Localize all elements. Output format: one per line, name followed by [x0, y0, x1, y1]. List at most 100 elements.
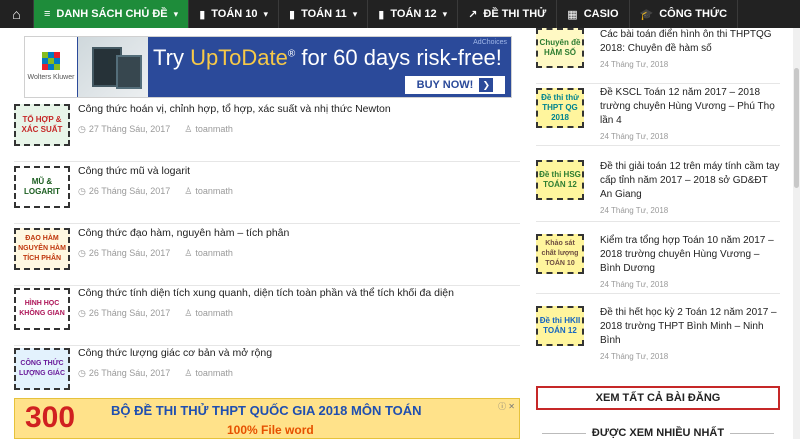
ad-close-icon[interactable]: ⓘ ✕ — [498, 401, 515, 412]
nav-item-toan-10[interactable]: ▮ TOÁN 10 ▾ — [189, 0, 280, 28]
home-button[interactable]: ⌂ — [0, 0, 34, 28]
nav-item-casio[interactable]: ▦ CASIO — [557, 0, 630, 28]
sidebar-post-thumbnail[interactable]: Đề thi thử THPT QG 2018 — [536, 88, 584, 128]
sidebar-post[interactable]: Đề thi HSG TOÁN 12 Đề thi giải toán 12 t… — [536, 160, 780, 222]
wolters-kluwer-logo-mark — [42, 52, 60, 70]
external-link-icon: ↗ — [468, 8, 478, 21]
most-viewed-label: ĐƯỢC XEM NHIỀU NHẤT — [591, 427, 725, 439]
sidebar-post[interactable]: Đề thi thử THPT QG 2018 Đề KSCL Toán 12 … — [536, 86, 780, 146]
wolters-kluwer-logo: Wolters Kluwer — [25, 37, 77, 97]
scrollbar-handle[interactable] — [794, 68, 799, 188]
post-author[interactable]: ♙ toanmath — [184, 248, 233, 259]
post-date: ◷ 27 Tháng Sáu, 2017 — [78, 124, 170, 135]
buy-now-button[interactable]: BUY NOW! ❯ — [405, 76, 505, 94]
ad-number: 300 — [25, 401, 76, 434]
ad-tablet-image — [78, 37, 148, 97]
user-icon: ♙ — [184, 124, 193, 134]
list-item[interactable]: MŨ & LOGARIT Công thức mũ và logarit ◷ 26… — [14, 164, 520, 224]
post-meta: ◷ 26 Tháng Sáu, 2017 ♙ toanmath — [78, 368, 233, 379]
post-title-link[interactable]: Công thức hoán vị, chỉnh hợp, tổ hợp, xá… — [78, 102, 518, 116]
page-scrollbar[interactable] — [793, 28, 800, 439]
nav-item-toan-12[interactable]: ▮ TOÁN 12 ▾ — [368, 0, 459, 28]
post-author-text: toanmath — [195, 308, 233, 318]
sidebar-post-date: 24 Tháng Tư, 2018 — [600, 60, 669, 69]
sidebar-post-date: 24 Tháng Tư, 2018 — [600, 132, 669, 141]
sidebar-post-title[interactable]: Đề KSCL Toán 12 năm 2017 – 2018 trường c… — [600, 86, 780, 128]
sidebar-post-thumbnail[interactable]: Đề thi HSG TOÁN 12 — [536, 160, 584, 200]
post-thumbnail[interactable]: MŨ & LOGARIT — [14, 166, 70, 208]
exam-ad-banner[interactable]: 300 BỘ ĐỀ THI THỬ THPT QUỐC GIA 2018 MÔN… — [14, 398, 520, 439]
post-date-text: 26 Tháng Sáu, 2017 — [88, 368, 171, 378]
nav-item-label: ĐỀ THI THỬ — [483, 8, 547, 20]
adchoices-link[interactable]: AdChoices — [473, 39, 507, 46]
post-date-text: 27 Tháng Sáu, 2017 — [88, 124, 171, 134]
nav-item-label: TOÁN 12 — [390, 8, 437, 20]
clock-icon: ◷ — [78, 248, 86, 258]
nav-item-label: DANH SÁCH CHỦ ĐỀ — [56, 8, 168, 20]
post-author[interactable]: ♙ toanmath — [184, 186, 233, 197]
post-author[interactable]: ♙ toanmath — [184, 308, 233, 319]
post-author[interactable]: ♙ toanmath — [184, 124, 233, 135]
book-icon: ▮ — [289, 8, 296, 21]
list-item[interactable]: CÔNG THỨC LƯỢNG GIÁC Công thức lượng giá… — [14, 346, 520, 394]
post-thumbnail[interactable]: CÔNG THỨC LƯỢNG GIÁC — [14, 348, 70, 390]
sidebar-post-date: 24 Tháng Tư, 2018 — [600, 352, 669, 361]
ad-headline-brand: UpToDate — [190, 45, 288, 70]
post-date-text: 26 Tháng Sáu, 2017 — [88, 248, 171, 258]
post-thumbnail[interactable]: HÌNH HỌC KHÔNG GIAN — [14, 288, 70, 330]
post-title-link[interactable]: Công thức lượng giác cơ bản và mở rộng — [78, 346, 518, 360]
book-icon: ▮ — [199, 8, 206, 21]
sidebar-post-date: 24 Tháng Tư, 2018 — [600, 206, 669, 215]
list-item[interactable]: HÌNH HỌC KHÔNG GIAN Công thức tính diện … — [14, 286, 520, 346]
list-item[interactable]: TỔ HỢP & XÁC SUẤT Công thức hoán vị, chỉ… — [14, 102, 520, 162]
post-title-link[interactable]: Công thức tính diện tích xung quanh, diệ… — [78, 286, 518, 300]
sidebar-post-thumbnail[interactable]: Khảo sát chất lượng TOÁN 10 — [536, 234, 584, 274]
nav-item-de-thi-thu[interactable]: ↗ ĐỀ THI THỬ — [458, 0, 558, 28]
post-author-text: toanmath — [195, 368, 233, 378]
home-icon: ⌂ — [12, 6, 21, 22]
nav-item-label: TOÁN 11 — [301, 8, 347, 20]
sidebar-post[interactable]: Đề thi HKII TOÁN 12 Đề thi hết học kỳ 2 … — [536, 306, 780, 368]
sidebar-post-title[interactable]: Kiểm tra tổng hợp Toán 10 năm 2017 – 201… — [600, 234, 780, 276]
post-date-text: 26 Tháng Sáu, 2017 — [88, 308, 171, 318]
sidebar-post-date: 24 Tháng Tư, 2018 — [600, 280, 669, 289]
user-icon: ♙ — [184, 248, 193, 258]
graduation-cap-icon: 🎓 — [639, 8, 654, 21]
post-date: ◷ 26 Tháng Sáu, 2017 — [78, 248, 170, 259]
ad-brand-name: Wolters Kluwer — [27, 74, 75, 81]
list-item[interactable]: ĐẠO HÀM NGUYÊN HÀM TÍCH PHÂN Công thức đ… — [14, 226, 520, 286]
sidebar-post[interactable]: Chuyên đề HÀM SỐ Các bài toán điển hình … — [536, 28, 780, 84]
nav-item-topics[interactable]: ≡ DANH SÁCH CHỦ ĐỀ ▾ — [34, 0, 190, 28]
sidebar-post-thumbnail[interactable]: Đề thi HKII TOÁN 12 — [536, 306, 584, 346]
uptodate-ad-banner[interactable]: Wolters Kluwer Try UpToDate® for 60 days… — [24, 36, 512, 98]
chevron-down-icon: ▾ — [263, 8, 269, 19]
see-all-posts-button[interactable]: XEM TẤT CẢ BÀI ĐĂNG — [536, 386, 780, 410]
clock-icon: ◷ — [78, 368, 86, 378]
ad-headline: Try UpToDate® for 60 days risk-free! — [153, 45, 502, 71]
book-icon: ▮ — [378, 8, 385, 21]
nav-item-cong-thuc[interactable]: 🎓 CÔNG THỨC — [630, 0, 739, 28]
post-date-text: 26 Tháng Sáu, 2017 — [88, 186, 171, 196]
nav-item-toan-11[interactable]: ▮ TOÁN 11 ▾ — [279, 0, 369, 28]
sidebar-post-title[interactable]: Đề thi hết học kỳ 2 Toán 12 năm 2017 – 2… — [600, 306, 780, 348]
sidebar-post-thumbnail[interactable]: Chuyên đề HÀM SỐ — [536, 28, 584, 68]
user-icon: ♙ — [184, 186, 193, 196]
ad-headline-suffix: for 60 days risk-free! — [295, 45, 502, 70]
sidebar-post-title[interactable]: Các bài toán điển hình ôn thi THPTQG 201… — [600, 28, 780, 56]
clock-icon: ◷ — [78, 308, 86, 318]
sidebar-post[interactable]: Khảo sát chất lượng TOÁN 10 Kiểm tra tổn… — [536, 234, 780, 294]
post-date: ◷ 26 Tháng Sáu, 2017 — [78, 308, 170, 319]
post-thumbnail[interactable]: ĐẠO HÀM NGUYÊN HÀM TÍCH PHÂN — [14, 228, 70, 270]
post-author[interactable]: ♙ toanmath — [184, 368, 233, 379]
post-title-link[interactable]: Công thức đạo hàm, nguyên hàm – tích phâ… — [78, 226, 518, 240]
post-title-link[interactable]: Công thức mũ và logarit — [78, 164, 518, 178]
post-author-text: toanmath — [195, 248, 233, 258]
list-icon: ≡ — [44, 8, 51, 20]
post-meta: ◷ 26 Tháng Sáu, 2017 ♙ toanmath — [78, 248, 233, 259]
clock-icon: ◷ — [78, 186, 86, 196]
sidebar-post-title[interactable]: Đề thi giải toán 12 trên máy tính cầm ta… — [600, 160, 780, 202]
post-thumbnail[interactable]: TỔ HỢP & XÁC SUẤT — [14, 104, 70, 146]
nav-item-label: TOÁN 10 — [211, 8, 258, 20]
ad-headline-prefix: Try — [153, 45, 191, 70]
calculator-icon: ▦ — [567, 8, 578, 21]
